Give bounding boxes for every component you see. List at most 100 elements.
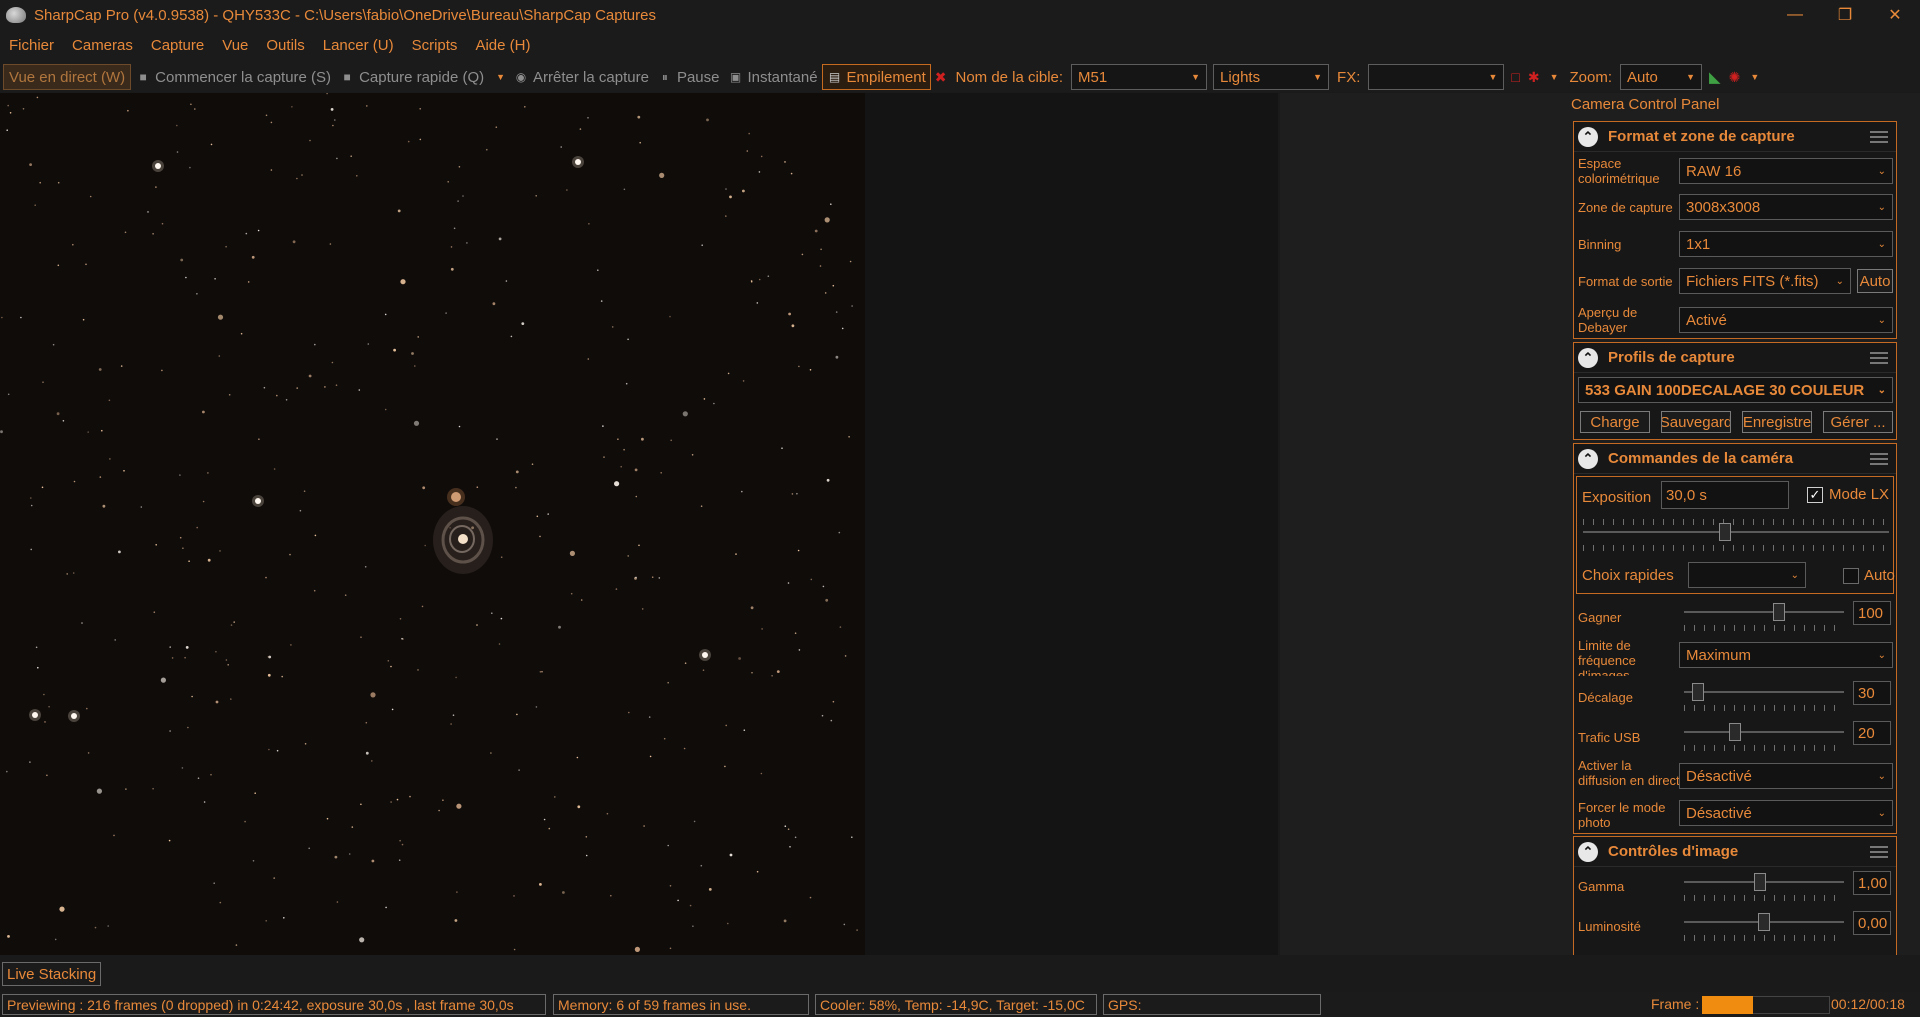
section-profiles-header[interactable]: ⌃ Profils de capture [1574,343,1896,373]
output-auto-button[interactable]: Auto [1857,269,1893,293]
star [548,827,551,830]
collapse-icon[interactable]: ⌃ [1578,347,1598,368]
star [417,669,419,671]
quick-capture-button[interactable]: ■ Capture rapide (Q) ▼ [335,64,509,90]
frame-limit-select[interactable]: Maximum ⌄ [1679,642,1893,668]
star [615,588,618,590]
output-format-select[interactable]: Fichiers FITS (*.fits) ⌄ [1679,268,1851,294]
start-capture-button[interactable]: ■ Commencer la capture (S) [131,64,335,90]
stacking-button[interactable]: ▤ Empilement [821,64,931,90]
histogram-icon[interactable]: ◣ [1709,68,1721,86]
frame-progress-track [1750,996,1830,1014]
menu-tools[interactable]: Outils [257,30,313,62]
exposure-input[interactable]: 30,0 s [1661,481,1789,509]
star [309,139,311,142]
collapse-icon[interactable]: ⌃ [1578,126,1598,147]
manage-profiles-button[interactable]: Gérer ... [1823,411,1893,433]
snapshot-button[interactable]: ▣ Instantané [723,64,821,90]
lx-mode-checkbox[interactable]: ✓ [1807,487,1823,503]
chevron-down-icon[interactable]: ▼ [1550,72,1559,82]
quick-choice-select[interactable]: ⌄ [1688,562,1806,588]
binning-select[interactable]: 1x1 ⌄ [1679,231,1893,257]
exposure-auto-checkbox[interactable] [1843,568,1859,584]
live-stream-select[interactable]: Désactivé ⌄ [1679,763,1893,789]
stop-capture-button[interactable]: ◉ Arrêter la capture [509,64,653,90]
chevron-down-icon[interactable]: ▼ [1750,72,1759,82]
menu-help[interactable]: Aide (H) [466,30,539,62]
star [505,280,508,282]
offset-slider-track[interactable] [1684,691,1844,693]
offset-slider-thumb[interactable] [1692,683,1704,701]
hamburger-menu-icon[interactable] [1870,130,1888,143]
menu-file[interactable]: Fichier [0,30,63,62]
focus-assist-icon[interactable]: ✱ [1528,69,1540,86]
save-as-profile-button[interactable]: Enregistre [1742,411,1812,433]
hamburger-menu-icon[interactable] [1870,845,1888,858]
load-profile-button[interactable]: Charge [1580,411,1650,433]
menu-capture[interactable]: Capture [142,30,213,62]
maximize-button[interactable]: ❐ [1820,0,1870,30]
close-button[interactable]: ✕ [1870,0,1920,30]
star [114,639,116,641]
section-camera-header[interactable]: ⌃ Commandes de la caméra [1574,444,1896,474]
usb-input[interactable]: 20 [1853,721,1891,745]
live-view-button[interactable]: Vue en direct (W) [3,64,132,90]
star [296,387,299,389]
brightness-input[interactable]: 0,00 [1853,911,1891,935]
gain-label: Gagner [1578,610,1622,625]
save-profile-button[interactable]: Sauvegard [1661,411,1731,433]
gain-input[interactable]: 100 [1853,601,1891,625]
gain-slider-thumb[interactable] [1773,603,1785,621]
menu-launch[interactable]: Lancer (U) [314,30,403,62]
capture-area-value: 3008x3008 [1686,198,1761,216]
hamburger-menu-icon[interactable] [1870,351,1888,364]
capture-area-select[interactable]: 3008x3008 ⌄ [1679,194,1893,220]
settings-wheel-icon[interactable]: ✺ [1729,69,1741,86]
live-stacking-tab[interactable]: Live Stacking [2,962,102,986]
image-viewport[interactable] [0,93,1278,955]
collapse-icon[interactable]: ⌃ [1578,841,1598,862]
hamburger-menu-icon[interactable] [1870,452,1888,465]
gamma-input[interactable]: 1,00 [1853,871,1891,895]
bright-star [155,163,161,169]
color-space-select[interactable]: RAW 16 ⌄ [1679,158,1893,184]
menu-view[interactable]: Vue [213,30,257,62]
star [588,223,590,225]
exposure-label: Exposition [1582,489,1652,506]
zoom-select[interactable]: Auto ▼ [1620,64,1703,90]
target-name-input[interactable]: M51 ▼ [1071,64,1208,90]
exposure-slider-track[interactable] [1583,531,1889,533]
exposure-slider-thumb[interactable] [1719,523,1731,541]
star [213,882,215,884]
frame-type-select[interactable]: Lights ▼ [1213,64,1330,90]
star [387,660,390,662]
panel-scrollbar[interactable] [1903,93,1920,955]
star [606,812,609,815]
photo-mode-select[interactable]: Désactivé ⌄ [1679,800,1893,826]
star [299,509,302,512]
menu-scripts[interactable]: Scripts [403,30,467,62]
menu-cameras[interactable]: Cameras [63,30,142,62]
debayer-select[interactable]: Activé ⌄ [1679,307,1893,333]
profile-select[interactable]: 533 GAIN 100DECALAGE 30 COULEUR ⌄ [1578,377,1893,403]
chevron-down-icon[interactable]: ▼ [496,72,505,82]
collapse-icon[interactable]: ⌃ [1578,448,1598,469]
gain-slider-track[interactable] [1684,611,1844,613]
pause-button[interactable]: ⏸ Pause [653,64,724,90]
minimize-button[interactable]: — [1770,0,1820,30]
star [296,177,298,180]
usb-slider-thumb[interactable] [1729,723,1741,741]
brightness-slider-thumb[interactable] [1758,913,1770,931]
binning-row: Binning 1x1 ⌄ [1574,229,1898,259]
star [814,229,818,233]
usb-slider-track[interactable] [1684,731,1844,733]
reticle-icon[interactable]: □ [1511,69,1519,85]
gamma-slider-thumb[interactable] [1754,873,1766,891]
offset-input[interactable]: 30 [1853,681,1891,705]
star [308,847,311,850]
chevron-down-icon: ▼ [1686,72,1696,82]
star [725,188,727,190]
section-format-header[interactable]: ⌃ Format et zone de capture [1574,122,1896,152]
fx-select[interactable]: ▼ [1368,64,1505,90]
section-image-header[interactable]: ⌃ Contrôles d'image [1574,837,1896,867]
